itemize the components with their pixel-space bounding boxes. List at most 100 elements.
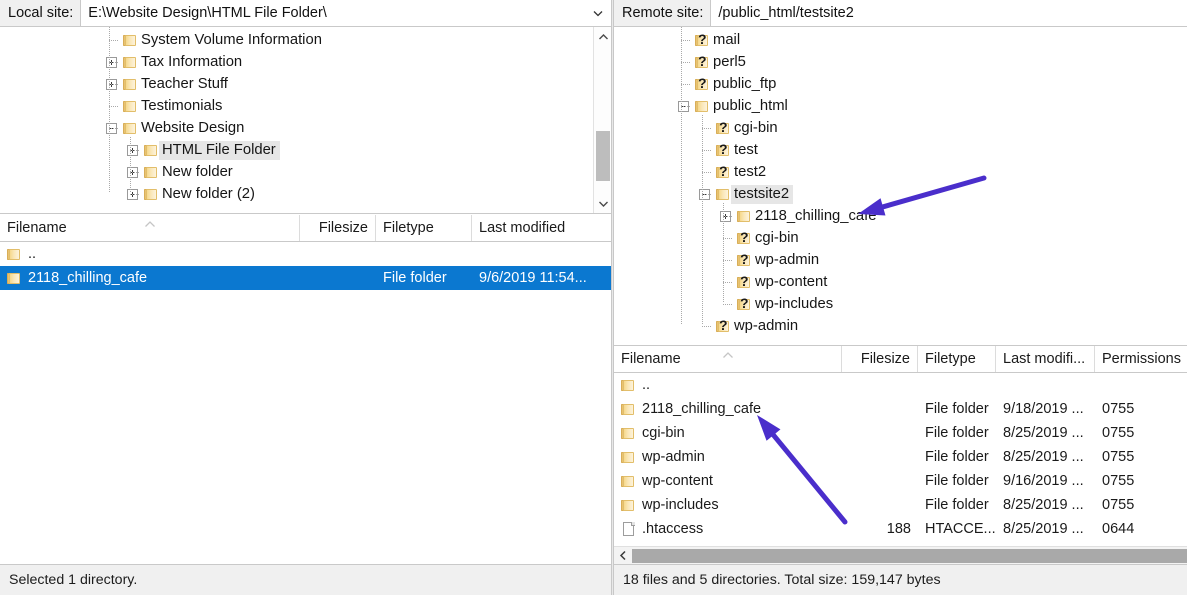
tree-item[interactable]: ?test: [614, 139, 1187, 161]
tree-item[interactable]: Website Design: [0, 117, 611, 139]
tree-item[interactable]: System Volume Information: [0, 29, 611, 51]
folder-icon: [7, 272, 22, 285]
column-header-label: Permissions: [1102, 351, 1181, 367]
folder-unknown-icon: ?: [695, 78, 710, 91]
column-header-name[interactable]: Filename: [614, 346, 842, 372]
tree-item-label: wp-admin: [731, 317, 802, 336]
scroll-up-icon[interactable]: [594, 27, 611, 46]
column-header-modified[interactable]: Last modifi...: [996, 346, 1095, 372]
local-status-bar: Selected 1 directory.: [0, 564, 611, 595]
folder-icon: [621, 427, 636, 440]
tree-item[interactable]: New folder: [0, 161, 611, 183]
local-list-rows[interactable]: .. 2118_chilling_cafeFile folder9/6/2019 …: [0, 242, 611, 290]
local-site-bar: Local site: E:\Website Design\HTML File …: [0, 0, 611, 27]
cell-name: wp-includes: [614, 497, 842, 513]
remote-file-list[interactable]: FilenameFilesizeFiletypeLast modifi... Pe…: [614, 346, 1187, 564]
tree-item[interactable]: public_html: [614, 95, 1187, 117]
chevron-down-icon[interactable]: [591, 6, 605, 20]
tree-item[interactable]: ?wp-includes: [614, 293, 1187, 315]
file-name-label: ..: [28, 246, 36, 262]
tree-item[interactable]: 2118_chilling_cafe: [614, 205, 1187, 227]
tree-item-label: System Volume Information: [138, 31, 326, 50]
tree-item[interactable]: New folder (2): [0, 183, 611, 205]
table-row[interactable]: ..: [0, 242, 611, 266]
tree-guide-line: [130, 150, 140, 151]
tree-item[interactable]: ?cgi-bin: [614, 117, 1187, 139]
tree-item[interactable]: ?public_ftp: [614, 73, 1187, 95]
tree-item[interactable]: ?test2: [614, 161, 1187, 183]
table-row[interactable]: cgi-binFile folder8/25/2019 ...0755: [614, 421, 1187, 445]
filezilla-window: Local site: E:\Website Design\HTML File …: [0, 0, 1187, 595]
tree-item-label: HTML File Folder: [159, 141, 280, 160]
cell-type: File folder: [918, 425, 996, 441]
tree-item[interactable]: Tax Information: [0, 51, 611, 73]
local-path-combobox[interactable]: E:\Website Design\HTML File Folder\: [81, 0, 611, 26]
folder-icon: [621, 379, 636, 392]
local-list-header[interactable]: FilenameFilesizeFiletypeLast modified: [0, 215, 611, 242]
tree-item[interactable]: Teacher Stuff: [0, 73, 611, 95]
folder-icon: [621, 451, 636, 464]
table-row[interactable]: 2118_chilling_cafeFile folder9/6/2019 11…: [0, 266, 611, 290]
hscroll-track[interactable]: [632, 549, 1187, 563]
remote-status-bar: 18 files and 5 directories. Total size: …: [614, 564, 1187, 595]
column-header-name[interactable]: Filename: [0, 215, 300, 241]
tree-guide-line: [723, 282, 733, 283]
tree-item[interactable]: Testimonials: [0, 95, 611, 117]
folder-icon: [737, 210, 752, 223]
cell-modified: 8/25/2019 ...: [996, 425, 1095, 441]
folder-unknown-icon: ?: [716, 166, 731, 179]
local-tree-vscrollbar[interactable]: [593, 27, 611, 213]
remote-list-rows[interactable]: ..2118_chilling_cafeFile folder9/18/2019…: [614, 373, 1187, 541]
column-header-modified[interactable]: Last modified: [472, 215, 593, 241]
folder-unknown-icon: ?: [716, 144, 731, 157]
tree-guide-line: [109, 62, 119, 63]
tree-guide-line: [130, 137, 131, 193]
tree-item-label: test2: [731, 163, 770, 182]
table-row[interactable]: ..: [614, 373, 1187, 397]
cell-permissions: 0755: [1095, 497, 1187, 513]
file-name-label: cgi-bin: [642, 425, 685, 441]
remote-list-hscrollbar[interactable]: [614, 546, 1187, 564]
local-directory-tree[interactable]: System Volume InformationTax Information…: [0, 27, 611, 214]
tree-item[interactable]: ?mail: [614, 29, 1187, 51]
column-header-size[interactable]: Filesize: [842, 346, 918, 372]
table-row[interactable]: wp-contentFile folder9/16/2019 ...0755: [614, 469, 1187, 493]
remote-directory-tree[interactable]: ?mail?perl5?public_ftppublic_html?cgi-bi…: [614, 27, 1187, 346]
folder-unknown-icon: ?: [737, 276, 752, 289]
scroll-thumb[interactable]: [596, 131, 610, 181]
hscroll-thumb[interactable]: [632, 549, 1187, 563]
tree-item[interactable]: ?wp-admin: [614, 249, 1187, 271]
tree-item[interactable]: ?wp-content: [614, 271, 1187, 293]
cell-name: 2118_chilling_cafe: [614, 401, 842, 417]
tree-item[interactable]: ?cgi-bin: [614, 227, 1187, 249]
table-row[interactable]: wp-adminFile folder8/25/2019 ...0755: [614, 445, 1187, 469]
tree-guide-line: [723, 216, 733, 217]
column-header-permissions[interactable]: Permissions: [1095, 346, 1187, 372]
folder-icon: [123, 56, 138, 69]
scroll-down-icon[interactable]: [594, 194, 611, 213]
column-header-type[interactable]: Filetype: [918, 346, 996, 372]
tree-item-label: test: [731, 141, 762, 160]
tree-item[interactable]: testsite2: [614, 183, 1187, 205]
table-row[interactable]: .htaccess188HTACCE...8/25/2019 ...0644: [614, 517, 1187, 541]
table-row[interactable]: 2118_chilling_cafeFile folder9/18/2019 .…: [614, 397, 1187, 421]
tree-guide-line: [702, 326, 712, 327]
table-row[interactable]: wp-includesFile folder8/25/2019 ...0755: [614, 493, 1187, 517]
tree-item[interactable]: HTML File Folder: [0, 139, 611, 161]
tree-item[interactable]: ?wp-admin: [614, 315, 1187, 337]
tree-guide-line: [702, 150, 712, 151]
folder-icon: [621, 403, 636, 416]
file-name-label: .htaccess: [642, 521, 703, 537]
column-header-size[interactable]: Filesize: [300, 215, 376, 241]
scroll-left-icon[interactable]: [614, 547, 632, 565]
file-name-label: 2118_chilling_cafe: [642, 401, 761, 417]
remote-list-header[interactable]: FilenameFilesizeFiletypeLast modifi... Pe…: [614, 346, 1187, 373]
local-file-list[interactable]: FilenameFilesizeFiletypeLast modified ..…: [0, 215, 611, 564]
folder-icon: [716, 188, 731, 201]
cell-type: File folder: [918, 449, 996, 465]
file-name-label: 2118_chilling_cafe: [28, 270, 147, 286]
remote-path-combobox[interactable]: /public_html/testsite2: [711, 0, 1187, 26]
tree-item[interactable]: ?perl5: [614, 51, 1187, 73]
column-header-type[interactable]: Filetype: [376, 215, 472, 241]
tree-item-label: New folder (2): [159, 185, 259, 204]
